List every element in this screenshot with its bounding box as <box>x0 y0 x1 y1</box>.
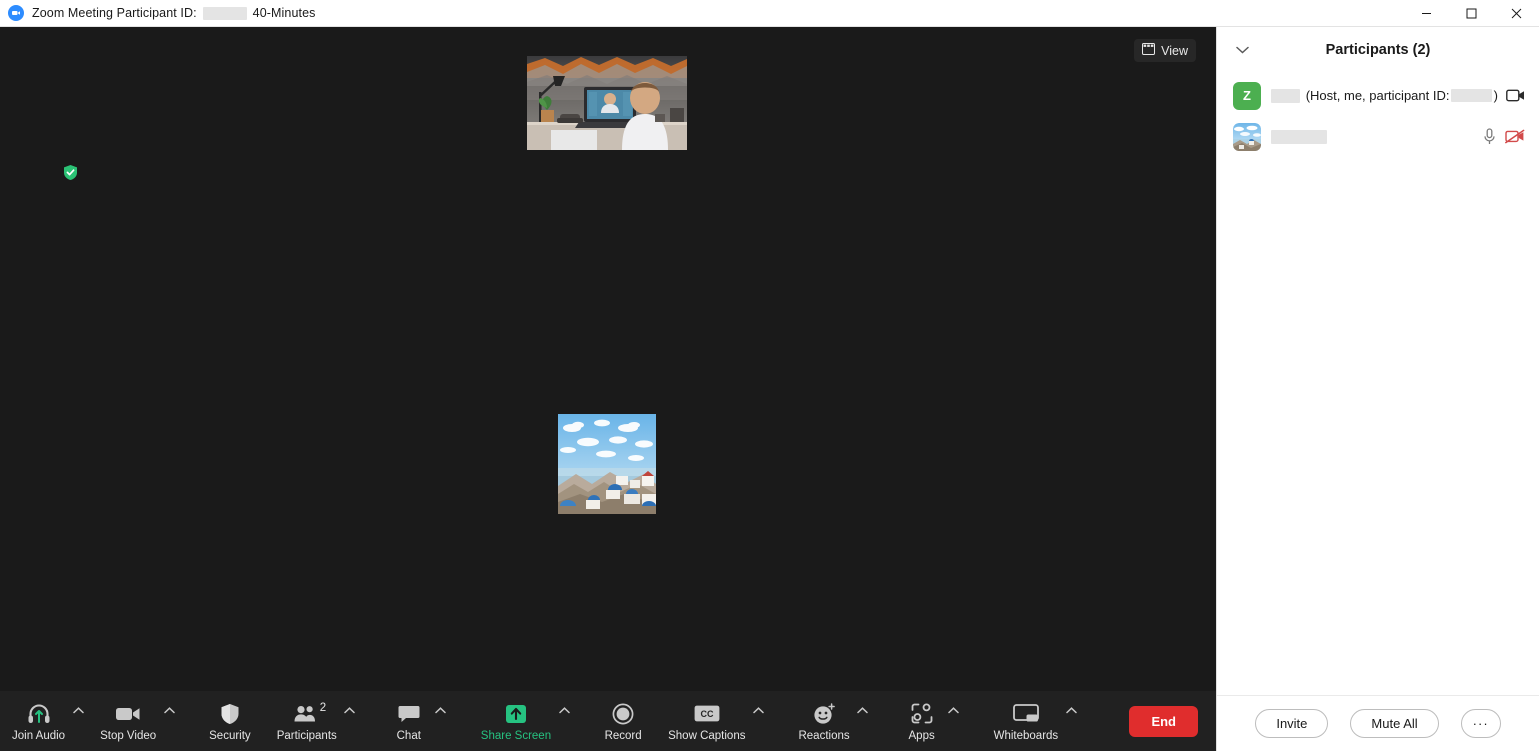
participant-name-host: (Host, me, participant ID: ) <box>1271 88 1498 103</box>
participant-id-redacted <box>202 7 247 21</box>
participant-name-redacted <box>1271 129 1327 144</box>
participant-row-guest[interactable] <box>1217 116 1539 157</box>
green-shield-check-icon[interactable] <box>62 164 79 181</box>
toolbar-join-audio-label: Join Audio <box>12 729 66 742</box>
headset-audio-icon <box>27 701 51 727</box>
toolbar-chat-caret[interactable] <box>433 695 449 747</box>
toolbar-reactions-button[interactable]: Reactions <box>794 695 853 747</box>
participants-panel-footer: Invite Mute All ··· <box>1217 695 1539 751</box>
toolbar-stop-video-label: Stop Video <box>100 729 157 742</box>
toolbar-reactions-label: Reactions <box>798 729 850 742</box>
center-participant-avatar[interactable] <box>558 414 656 514</box>
toolbar-record-button[interactable]: Record <box>600 695 646 747</box>
chat-bubble-icon <box>398 701 420 727</box>
reactions-smiley-icon <box>813 701 836 727</box>
toolbar-reactions-caret[interactable] <box>855 695 871 747</box>
layout-grid-icon <box>1142 43 1156 58</box>
participants-list: Z (Host, me, participant ID: ) <box>1217 72 1539 695</box>
toolbar-apps-label: Apps <box>908 729 935 742</box>
toolbar-chat-label: Chat <box>396 729 421 742</box>
whiteboard-icon <box>1012 701 1039 727</box>
end-meeting-button[interactable]: End <box>1129 705 1198 737</box>
toolbar-share-screen-caret[interactable] <box>556 695 572 747</box>
participants-count-badge: 2 <box>319 701 327 714</box>
zoom-meeting-window: Zoom Meeting Participant ID: 40-Minutes <box>0 0 1539 751</box>
avatar <box>1233 122 1261 151</box>
toolbar-whiteboards-caret[interactable] <box>1063 695 1079 747</box>
video-stage: View <box>0 27 1216 691</box>
participant-meta-open: (Host, me, participant ID: <box>1305 88 1450 103</box>
toolbar-show-captions-label: Show Captions <box>668 729 746 742</box>
toolbar-show-captions-caret[interactable] <box>750 695 766 747</box>
toolbar-items: Join Audio Stop Video Security 2 Partici… <box>0 695 1089 747</box>
toolbar-share-screen-label: Share Screen <box>480 729 552 742</box>
view-button[interactable]: View <box>1134 39 1196 62</box>
toolbar-participants-label: Participants <box>276 729 337 742</box>
invite-button[interactable]: Invite <box>1255 709 1329 738</box>
participant-id-redacted <box>1451 89 1492 102</box>
toolbar-right-group: End <box>1129 705 1216 737</box>
toolbar-stop-video-caret[interactable] <box>161 695 177 747</box>
close-icon[interactable] <box>1494 0 1539 27</box>
participant-name-redacted <box>1271 88 1300 103</box>
toolbar-stop-video-button[interactable]: Stop Video <box>96 695 160 747</box>
toolbar-apps-caret[interactable] <box>946 695 962 747</box>
toolbar-chat-button[interactable]: Chat <box>386 695 432 747</box>
participant-row-host[interactable]: Z (Host, me, participant ID: ) <box>1217 75 1539 116</box>
toolbar-whiteboards-label: Whiteboards <box>993 729 1059 742</box>
toolbar-participants-caret[interactable] <box>342 695 358 747</box>
toolbar-whiteboards-button[interactable]: Whiteboards <box>990 695 1063 747</box>
record-circle-icon <box>612 701 634 727</box>
participants-panel-title: Participants (2) <box>1325 41 1431 58</box>
view-button-label: View <box>1161 43 1188 58</box>
toolbar-security-button[interactable]: Security <box>205 695 255 747</box>
minimize-icon[interactable] <box>1404 0 1449 27</box>
share-screen-icon <box>505 701 527 727</box>
closed-caption-icon: CC <box>694 701 720 727</box>
window-title-suffix: 40-Minutes <box>252 5 316 20</box>
toolbar-participants-button[interactable]: 2 Participants <box>273 695 341 747</box>
toolbar-show-captions-button[interactable]: CC Show Captions <box>664 695 749 747</box>
video-camera-icon[interactable] <box>1506 89 1525 102</box>
apps-icon <box>911 701 933 727</box>
participants-panel: Participants (2) Z (Host, me, participan… <box>1216 27 1539 751</box>
video-camera-off-icon[interactable] <box>1505 129 1525 144</box>
svg-text:CC: CC <box>700 709 713 719</box>
chevron-down-icon[interactable] <box>1233 41 1251 59</box>
avatar: Z <box>1233 81 1261 110</box>
more-options-button[interactable]: ··· <box>1460 709 1501 738</box>
video-camera-icon <box>115 701 141 727</box>
title-bar: Zoom Meeting Participant ID: 40-Minutes <box>0 0 1539 27</box>
toolbar-join-audio-button[interactable]: Join Audio <box>8 695 69 747</box>
meeting-toolbar: Join Audio Stop Video Security 2 Partici… <box>0 691 1216 751</box>
participant-name-guest <box>1271 129 1475 144</box>
window-title-prefix: Zoom Meeting Participant ID: <box>32 5 197 20</box>
maximize-icon[interactable] <box>1449 0 1494 27</box>
participants-panel-header: Participants (2) <box>1217 27 1539 72</box>
participant-status-icons-guest <box>1483 128 1525 145</box>
mute-all-button[interactable]: Mute All <box>1350 709 1439 738</box>
toolbar-join-audio-caret[interactable] <box>70 695 86 747</box>
microphone-icon[interactable] <box>1483 128 1496 145</box>
toolbar-security-label: Security <box>209 729 251 742</box>
participant-status-icons-host <box>1506 89 1525 102</box>
shield-icon <box>220 701 240 727</box>
window-controls <box>1404 0 1539 27</box>
zoom-logo-icon <box>8 5 24 21</box>
toolbar-record-label: Record <box>604 729 642 742</box>
toolbar-share-screen-button[interactable]: Share Screen <box>477 695 555 747</box>
active-speaker-thumbnail[interactable] <box>527 56 687 150</box>
participants-icon: 2 <box>294 701 326 727</box>
window-title: Zoom Meeting Participant ID: 40-Minutes <box>32 5 316 21</box>
toolbar-apps-button[interactable]: Apps <box>899 695 945 747</box>
participant-meta-close: ) <box>1493 88 1498 103</box>
